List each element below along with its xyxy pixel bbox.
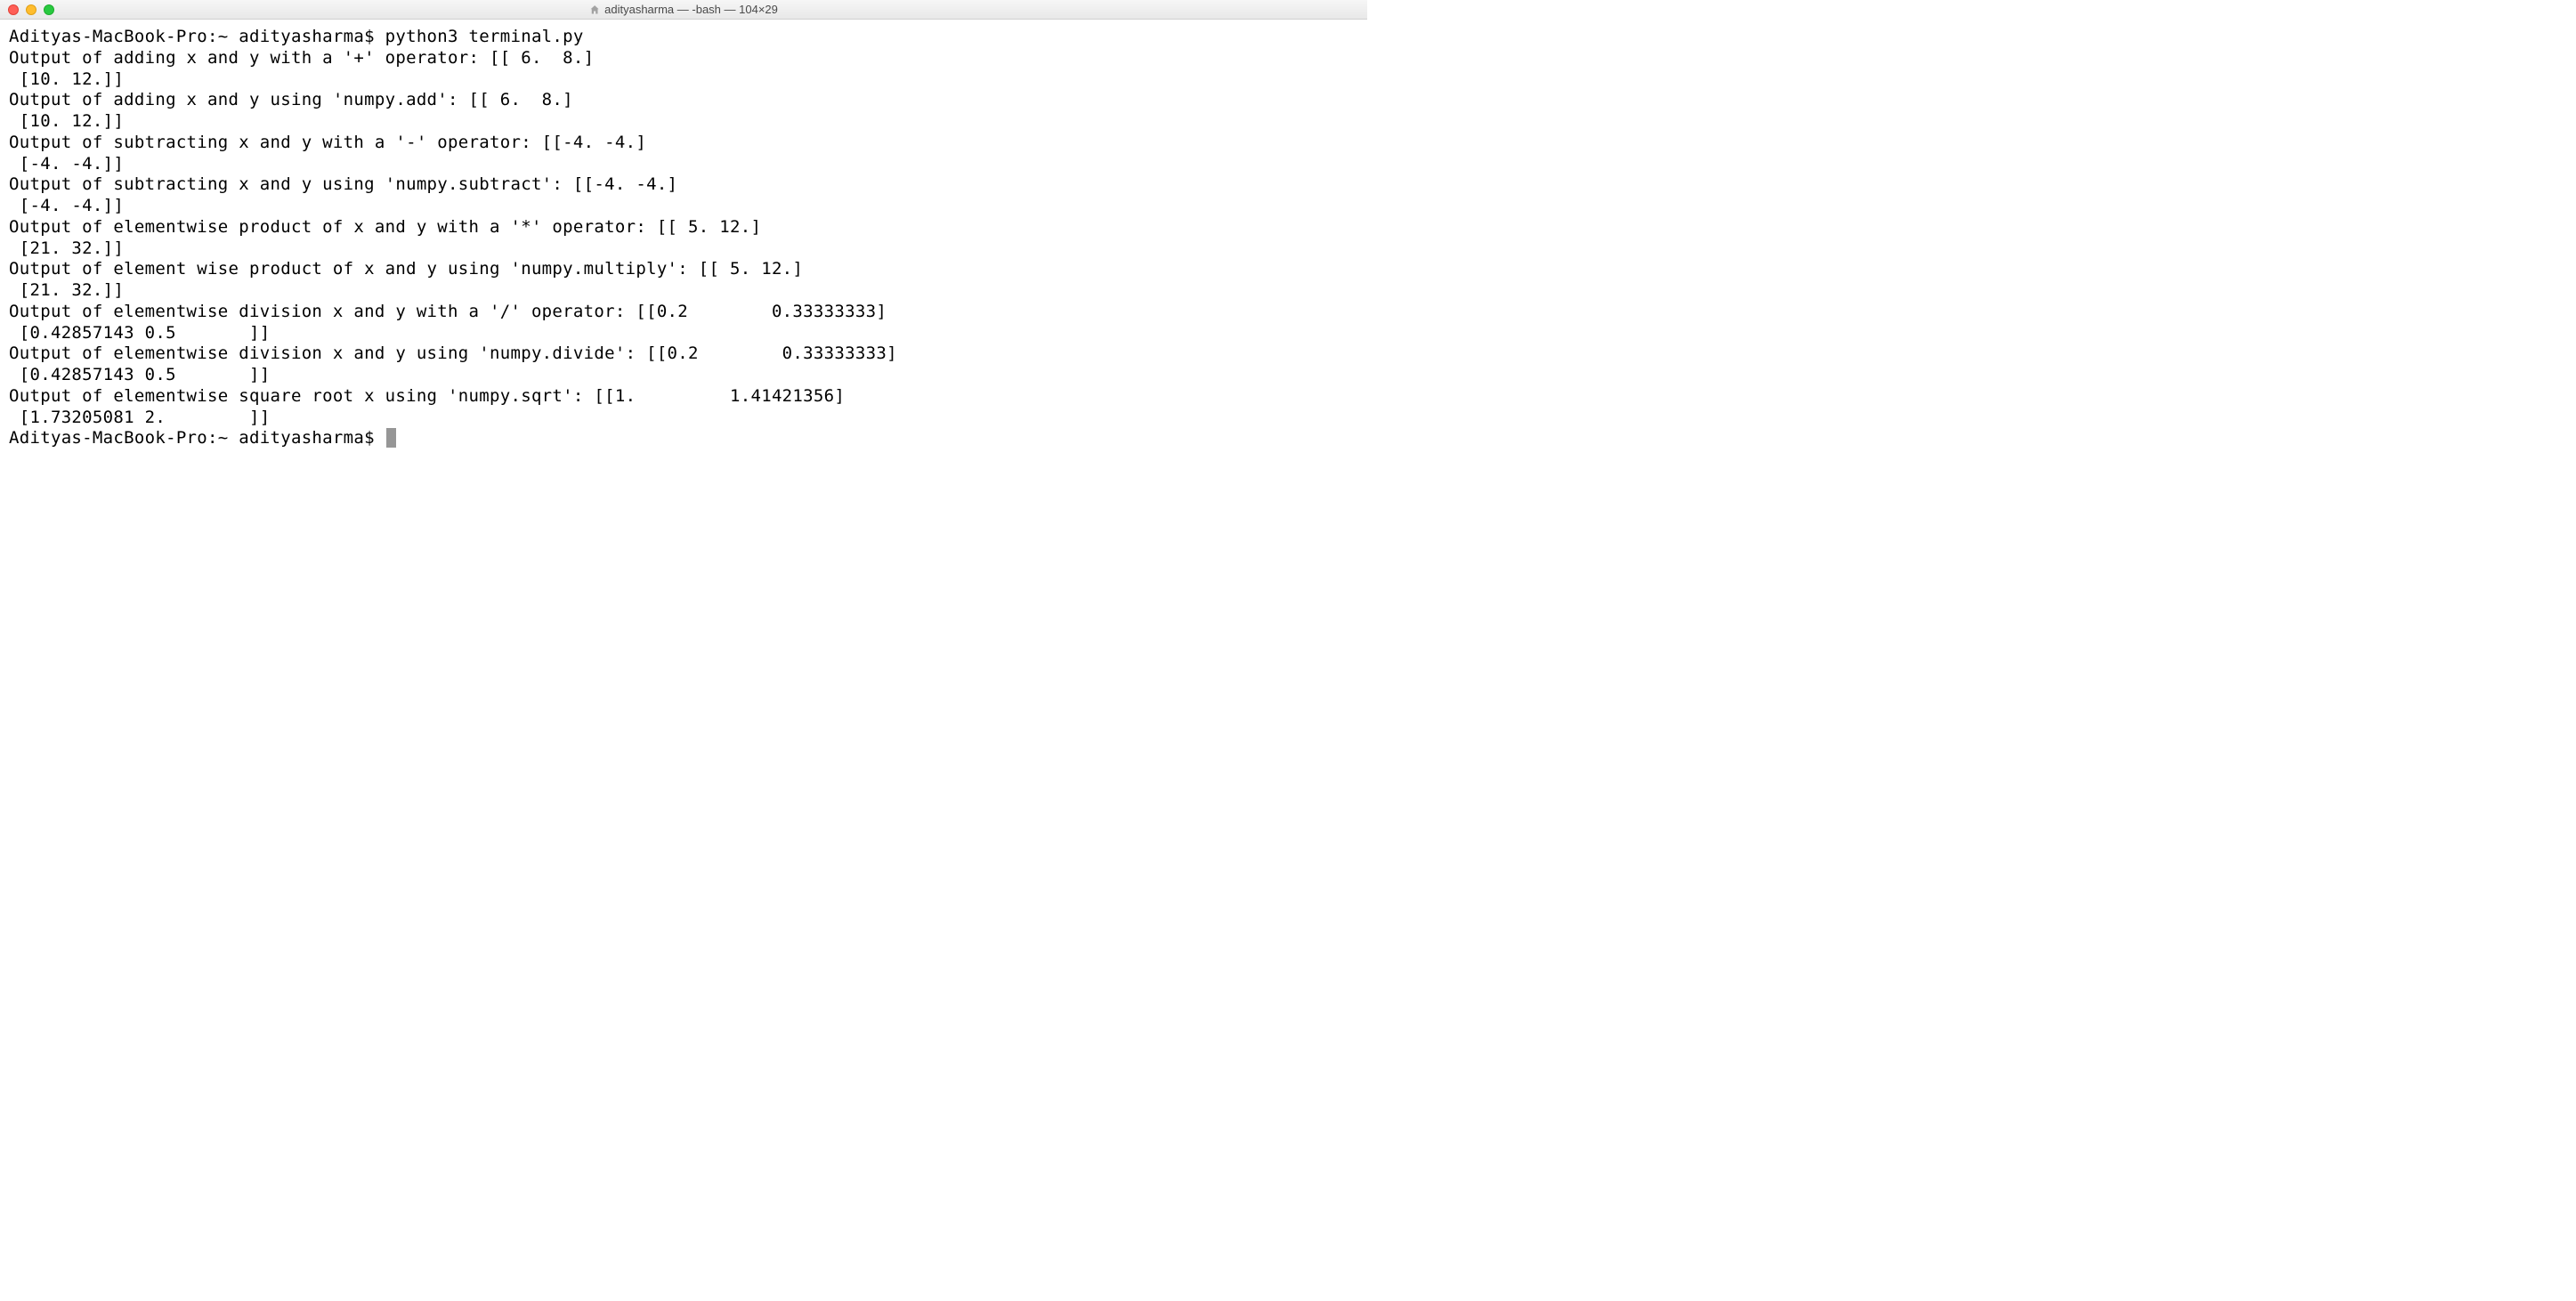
window-title: adityasharma — -bash — 104×29 [604,3,778,16]
output-line: Output of adding x and y with a '+' oper… [9,48,594,68]
cursor-icon [386,428,396,448]
terminal-output[interactable]: Adityas-MacBook-Pro:~ adityasharma$ pyth… [0,20,1367,457]
output-line: [-4. -4.]] [9,154,124,174]
output-line: Output of adding x and y using 'numpy.ad… [9,90,573,109]
traffic-lights [0,4,54,15]
output-line: Output of elementwise division x and y u… [9,343,897,363]
window-title-bar: adityasharma — -bash — 104×29 [0,0,1367,20]
output-line: [0.42857143 0.5 ]] [9,323,270,343]
output-line: Output of element wise product of x and … [9,259,803,279]
minimize-button[interactable] [26,4,36,15]
output-line: Output of elementwise square root x usin… [9,386,845,406]
output-line: [-4. -4.]] [9,196,124,215]
output-line: [10. 12.]] [9,111,124,131]
prompt-line: Adityas-MacBook-Pro:~ adityasharma$ [9,428,396,448]
output-line: [10. 12.]] [9,69,124,89]
output-line: [21. 32.]] [9,280,124,300]
close-button[interactable] [8,4,19,15]
output-line: [0.42857143 0.5 ]] [9,365,270,384]
output-line: [21. 32.]] [9,238,124,258]
output-line: Output of elementwise product of x and y… [9,217,761,237]
prompt-text: Adityas-MacBook-Pro:~ adityasharma$ [9,428,385,448]
output-line: Output of subtracting x and y with a '-'… [9,133,646,152]
home-icon [589,4,600,15]
output-line: Output of subtracting x and y using 'num… [9,174,677,194]
output-line: [1.73205081 2. ]] [9,408,270,427]
output-line: Adityas-MacBook-Pro:~ adityasharma$ pyth… [9,27,584,46]
window-title-container: adityasharma — -bash — 104×29 [589,3,778,16]
maximize-button[interactable] [44,4,54,15]
output-line: Output of elementwise division x and y w… [9,302,887,321]
